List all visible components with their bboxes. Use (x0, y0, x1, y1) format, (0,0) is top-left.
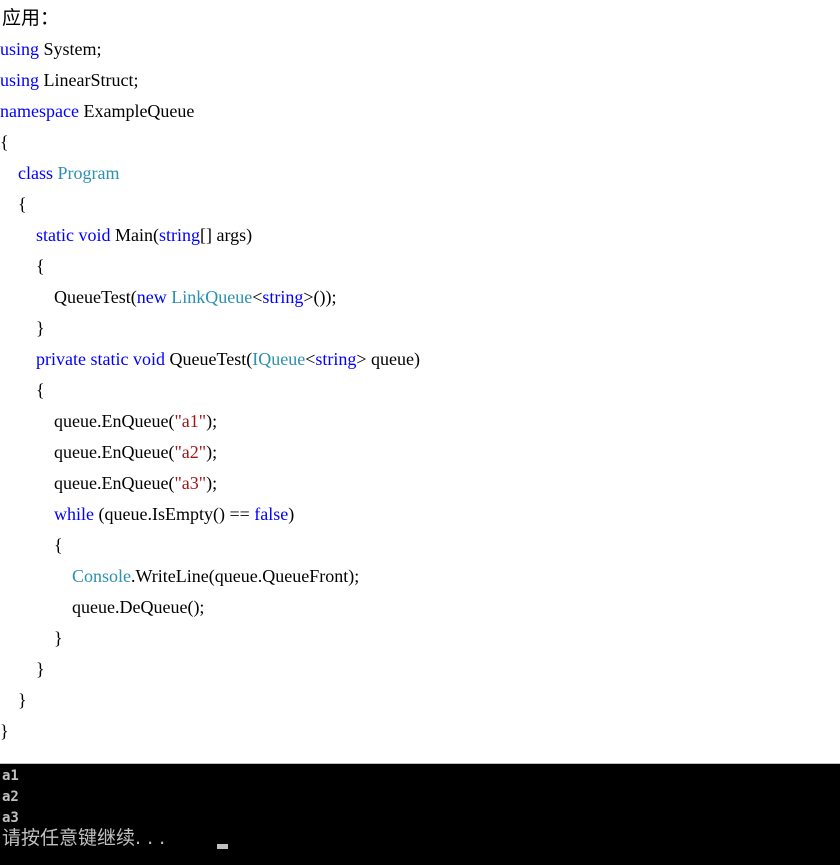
code-line: { (0, 530, 63, 561)
code-token: "a2" (174, 442, 207, 462)
code-line: QueueTest(new LinkQueue<string>()); (0, 282, 337, 313)
document-area: 应用： using System; using LinearStruct; name… (0, 0, 840, 763)
code-line: queue.EnQueue("a2"); (0, 437, 217, 468)
code-token: } (0, 318, 45, 338)
code-token: false (254, 504, 289, 524)
code-token: string (262, 287, 304, 307)
code-token: using (0, 39, 40, 59)
code-token: } (0, 659, 45, 679)
code-line: static void Main(string[] args) (0, 220, 252, 251)
code-token: LinkQueue (171, 287, 253, 307)
code-line: using System; (0, 34, 102, 65)
code-line: } (0, 716, 9, 747)
code-token: namespace (0, 101, 79, 121)
code-token: string (159, 225, 201, 245)
code-line: private static void QueueTest(IQueue<str… (0, 344, 420, 375)
code-token: while (54, 504, 94, 524)
code-line: queue.EnQueue("a1"); (0, 406, 217, 437)
console-output-line-2: a2 (2, 789, 19, 805)
code-line: queue.EnQueue("a3"); (0, 468, 217, 499)
code-token: < (252, 287, 263, 307)
code-token: string (315, 349, 357, 369)
console-output-line-1: a1 (2, 768, 19, 784)
code-line: Console.WriteLine(queue.QueueFront); (0, 561, 359, 592)
code-token: "a1" (174, 411, 207, 431)
code-token: LinearStruct; (39, 70, 139, 90)
code-token: class (18, 163, 53, 183)
console-cursor (217, 844, 228, 849)
code-token: queue.EnQueue( (0, 411, 175, 431)
section-heading: 应用： (2, 7, 60, 29)
code-token: ExampleQueue (78, 101, 195, 121)
code-line: while (queue.IsEmpty() == false) (0, 499, 294, 530)
code-token: static (36, 225, 74, 245)
code-line: using LinearStruct; (0, 65, 138, 96)
code-token: } (0, 690, 27, 710)
code-token: queue.EnQueue( (0, 473, 175, 493)
code-line: { (0, 189, 27, 220)
code-line: class Program (0, 158, 120, 189)
code-token: [] args) (200, 225, 253, 245)
code-token: System; (39, 39, 102, 59)
code-token: using (0, 70, 40, 90)
code-token: private (36, 349, 86, 369)
code-token: { (0, 132, 9, 152)
code-line: { (0, 375, 45, 406)
code-token: new (136, 287, 167, 307)
code-token: > queue) (356, 349, 420, 369)
code-token: .WriteLine(queue.QueueFront); (131, 566, 360, 586)
code-token: Console (72, 566, 132, 586)
code-token: Program (57, 163, 120, 183)
code-token: ); (206, 473, 218, 493)
code-token: void (132, 349, 165, 369)
code-line: } (0, 685, 27, 716)
code-line: } (0, 654, 45, 685)
code-line: { (0, 127, 9, 158)
code-token: queue.DeQueue(); (0, 597, 205, 617)
code-token: >()); (303, 287, 337, 307)
console-prompt: 请按任意键继续. . . (2, 827, 166, 849)
code-line: queue.DeQueue(); (0, 592, 204, 623)
code-token: { (0, 380, 45, 400)
code-line: } (0, 623, 63, 654)
console-window: a1 a2 a3 请按任意键继续. . . (0, 763, 840, 865)
code-line: namespace ExampleQueue (0, 96, 194, 127)
code-token: ) (288, 504, 295, 524)
code-token: { (0, 194, 27, 214)
code-token: "a3" (174, 473, 207, 493)
code-token: { (0, 535, 63, 555)
code-token: ); (206, 411, 218, 431)
code-token: } (0, 721, 9, 741)
code-token: static (90, 349, 129, 369)
code-token: } (0, 628, 63, 648)
code-token: QueueTest( (165, 349, 253, 369)
code-token: (queue.IsEmpty() == (94, 504, 255, 524)
code-token: { (0, 256, 45, 276)
code-token: Main( (110, 225, 160, 245)
code-token: IQueue (252, 349, 306, 369)
code-token: ); (206, 442, 218, 462)
code-line: } (0, 313, 45, 344)
code-token: queue.EnQueue( (0, 442, 175, 462)
code-token: < (305, 349, 316, 369)
code-line: { (0, 251, 45, 282)
code-token: void (78, 225, 111, 245)
code-token: QueueTest( (0, 287, 137, 307)
